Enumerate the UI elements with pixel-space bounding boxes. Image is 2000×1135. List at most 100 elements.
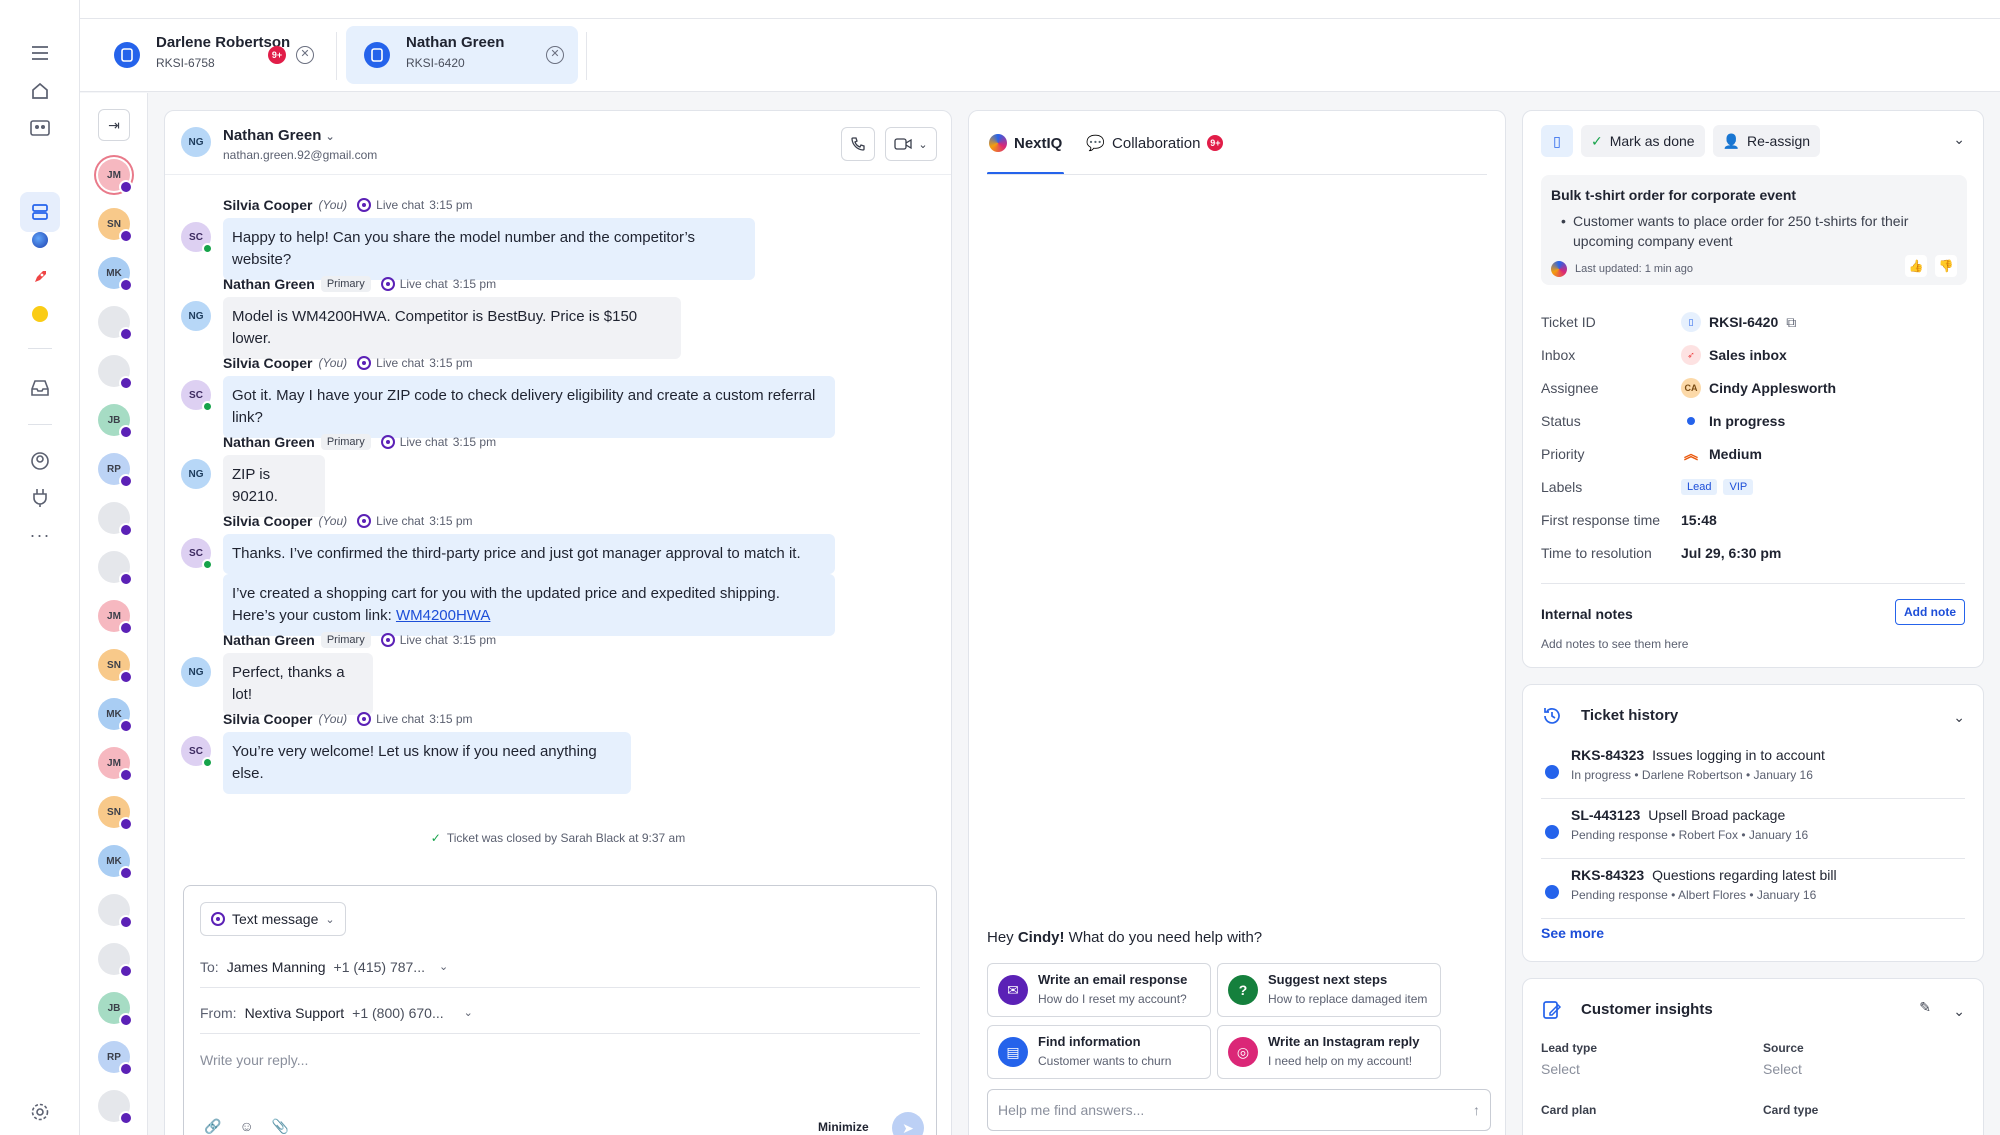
history-item[interactable]: RKS-84323 Issues logging in to account In … (1541, 741, 1965, 799)
unknown-contact-avatar[interactable] (98, 894, 133, 929)
suggestion-card[interactable]: ◎ Write an Instagram reply I need help on … (1217, 1025, 1441, 1079)
field-resolution: Time to resolution Jul 29, 6:30 pm (1541, 545, 1782, 561)
conversation-avatar[interactable]: JM (98, 600, 133, 635)
smiley-icon[interactable] (29, 303, 51, 325)
conversation-avatar[interactable]: MK (98, 257, 133, 292)
lead-type-select[interactable]: Select (1541, 1061, 1580, 1077)
globe-icon[interactable] (29, 229, 51, 251)
edit-pencil-icon[interactable]: ✎ (1919, 999, 1931, 1016)
sender-avatar: NG (181, 301, 211, 331)
emoji-icon[interactable]: ☺ (239, 1118, 253, 1135)
history-status: In progress (1571, 768, 1632, 782)
unknown-contact-avatar[interactable] (98, 306, 133, 341)
user-circle-icon[interactable] (29, 450, 51, 472)
contacts-board-icon[interactable] (29, 117, 51, 139)
collapse-panel-icon[interactable]: ⇥ (98, 109, 130, 141)
conversation-avatar[interactable]: RP (98, 453, 133, 488)
avatar-initials: NG (188, 468, 204, 480)
tab-ticket-id: RKSI-6420 (406, 56, 465, 70)
message-time: 3:15 pm (429, 356, 473, 370)
tab-darlene-robertson[interactable]: Darlene Robertson RKSI-6758 9+ ✕ (96, 26, 328, 84)
conversation-avatar[interactable]: JM (98, 747, 133, 782)
reply-input[interactable]: Write your reply... (200, 1052, 308, 1068)
chevron-down-icon[interactable]: ⌄ (1953, 131, 1965, 148)
source-select[interactable]: Select (1763, 1061, 1802, 1077)
unknown-contact-avatar[interactable] (98, 943, 133, 978)
chevron-down-icon[interactable]: ⌄ (1953, 709, 1965, 726)
chevron-down-icon[interactable]: ⌄ (1953, 1003, 1965, 1020)
copy-icon[interactable]: ⧉ (1786, 314, 1796, 331)
sender-name: Silvia Cooper (223, 513, 313, 529)
unknown-contact-avatar[interactable] (98, 355, 133, 390)
history-item[interactable]: SL-443123 Upsell Broad package Pending res… (1541, 801, 1965, 859)
conversation-avatar[interactable]: SN (98, 208, 133, 243)
suggestion-card[interactable]: ✉ Write an email response How do I reset m… (987, 963, 1211, 1017)
link-icon[interactable]: 🔗 (204, 1118, 221, 1135)
thumbs-down-icon[interactable]: 👎 (1935, 255, 1957, 277)
conversation-avatar[interactable]: MK (98, 845, 133, 880)
suggestion-card[interactable]: ? Suggest next steps How to replace damage… (1217, 963, 1441, 1017)
online-status-icon (202, 401, 213, 412)
conversation-avatar[interactable]: SN (98, 796, 133, 831)
message-header: Nathan Green Primary Live chat 3:15 pm (223, 434, 496, 450)
thumbs-up-icon[interactable]: 👍 (1905, 255, 1927, 277)
mark-done-button[interactable]: ✓ Mark as done (1581, 125, 1705, 157)
inbox-stack-icon[interactable] (20, 192, 60, 232)
conversation-avatar[interactable]: JB (98, 992, 133, 1027)
suggestion-subtitle: Customer wants to churn (1038, 1054, 1172, 1068)
check-icon: ✓ (1591, 132, 1603, 149)
sender-avatar: SC (181, 222, 213, 254)
unknown-contact-avatar[interactable] (98, 551, 133, 586)
message-header: Silvia Cooper (You) Live chat 3:15 pm (223, 355, 473, 371)
tray-icon[interactable] (29, 377, 51, 399)
avatar-initials: JM (107, 169, 121, 181)
suggestion-card[interactable]: ▤ Find information Customer wants to churn (987, 1025, 1211, 1079)
suggestion-subtitle: How do I reset my account? (1038, 992, 1187, 1006)
from-row[interactable]: From: Nextiva Support +1 (800) 670... ⌄ (200, 992, 920, 1034)
ticket-type-icon[interactable]: ▯ (1541, 125, 1573, 157)
reassign-button[interactable]: 👤 Re-assign (1712, 125, 1821, 157)
unknown-contact-avatar[interactable] (98, 502, 133, 537)
live-chat-icon (357, 198, 372, 212)
suggestion-subtitle: I need help on my account! (1268, 1054, 1413, 1068)
contact-name[interactable]: Nathan Green ⌄ (223, 127, 335, 144)
history-person: Darlene Robertson (1641, 768, 1743, 782)
add-note-button[interactable]: Add note (1895, 599, 1965, 625)
channel-label: Live chat (399, 633, 448, 647)
cart-link[interactable]: WM4200HWA (396, 607, 490, 624)
home-icon[interactable] (29, 80, 51, 102)
call-button[interactable] (841, 127, 875, 161)
conversation-avatar[interactable]: JM (98, 159, 133, 194)
see-more-link[interactable]: See more (1541, 925, 1604, 941)
minimize-button[interactable]: Minimize (818, 1120, 869, 1134)
close-tab-icon[interactable]: ✕ (296, 46, 314, 64)
tab-collaboration[interactable]: 💬 Collaboration 9+ (1084, 111, 1225, 175)
conversation-avatar[interactable]: MK (98, 698, 133, 733)
conversation-avatar[interactable]: JB (98, 404, 133, 439)
tab-nathan-green[interactable]: Nathan Green RKSI-6420 ✕ (346, 26, 578, 84)
tab-nextiq[interactable]: NextIQ (987, 111, 1065, 175)
field-inbox: Inbox ➶ Sales inbox (1541, 345, 1787, 365)
unknown-contact-avatar[interactable] (98, 1090, 133, 1125)
assistant-input[interactable]: Help me find answers... ↑ (987, 1089, 1491, 1131)
label-chip[interactable]: VIP (1723, 479, 1754, 495)
rocket-icon[interactable] (29, 266, 51, 288)
attach-icon[interactable]: 📎 (272, 1118, 289, 1135)
plug-icon[interactable] (29, 487, 51, 509)
settings-gear-icon[interactable] (29, 1101, 51, 1123)
conversation-avatar[interactable]: RP (98, 1041, 133, 1076)
close-tab-icon[interactable]: ✕ (546, 46, 564, 64)
more-icon[interactable]: ··· (29, 524, 51, 546)
tab-name: Darlene Robertson (156, 34, 291, 51)
menu-icon[interactable] (29, 42, 51, 64)
channel-selector[interactable]: Text message ⌄ (200, 902, 346, 936)
channel-label: Live chat (399, 435, 448, 449)
history-item[interactable]: RKS-84323 Questions regarding latest bill… (1541, 861, 1965, 919)
tab-ticket-id: RKSI-6758 (156, 56, 215, 70)
to-row[interactable]: To: James Manning +1 (415) 787... ⌄ (200, 946, 920, 988)
label-chip[interactable]: Lead (1681, 479, 1718, 495)
video-call-button[interactable]: ⌄ (885, 127, 937, 161)
ticket-closed-note: ✓ Ticket was closed by Sarah Black at 9:3… (430, 831, 686, 845)
send-button[interactable]: ➤ (892, 1112, 924, 1135)
conversation-avatar[interactable]: SN (98, 649, 133, 684)
